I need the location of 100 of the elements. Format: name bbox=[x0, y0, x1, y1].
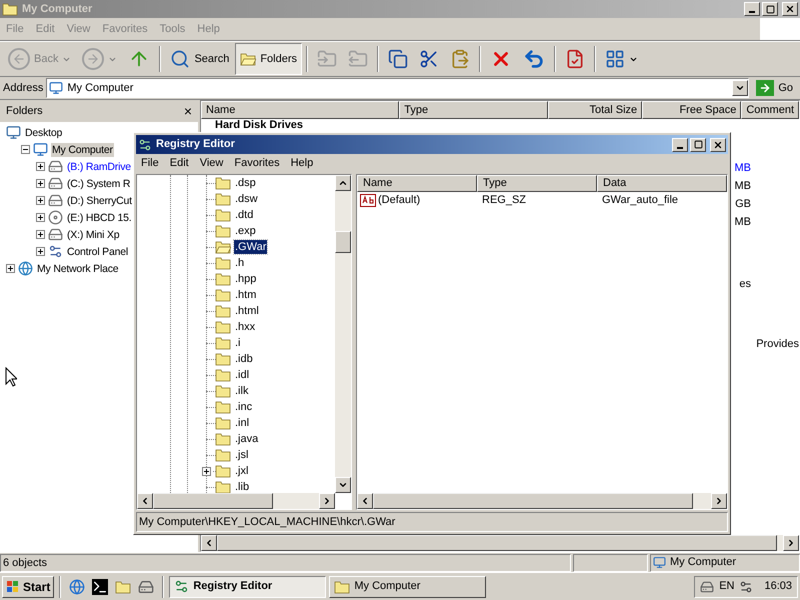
menu-item[interactable]: File bbox=[136, 155, 164, 172]
tree-item[interactable]: (E:) HBCD 15. bbox=[66, 210, 132, 224]
expand-button[interactable] bbox=[36, 196, 45, 205]
close-button[interactable]: × bbox=[184, 104, 192, 118]
column-header[interactable]: Type bbox=[477, 175, 597, 192]
registry-key[interactable]: .jsl bbox=[234, 448, 250, 462]
folders-button[interactable]: Folders bbox=[235, 43, 302, 75]
tree-item[interactable]: My Computer bbox=[51, 142, 114, 156]
folder-icon bbox=[215, 352, 231, 366]
expand-button[interactable] bbox=[202, 466, 211, 476]
taskbar-button[interactable]: Registry Editor bbox=[169, 576, 326, 598]
scroll-arrow-button[interactable] bbox=[319, 493, 335, 509]
column-header[interactable]: Total Size bbox=[548, 101, 642, 119]
column-header[interactable]: Name bbox=[357, 175, 477, 192]
scroll-thumb[interactable] bbox=[153, 493, 273, 509]
drive-icon[interactable] bbox=[138, 578, 154, 594]
tree-item[interactable]: (X:) Mini Xp bbox=[66, 228, 120, 242]
drive-icon bbox=[48, 227, 63, 242]
scroll-arrow-button[interactable] bbox=[711, 493, 727, 509]
scroll-arrow-button[interactable] bbox=[335, 175, 351, 191]
square-icon bbox=[766, 4, 774, 14]
registry-key[interactable]: .i bbox=[234, 336, 242, 350]
tree-item[interactable]: Control Panel bbox=[66, 244, 130, 258]
address-field[interactable]: My Computer bbox=[46, 78, 750, 98]
folder-icon bbox=[215, 384, 231, 398]
column-header[interactable]: Name bbox=[201, 101, 400, 119]
collapse-button[interactable] bbox=[21, 145, 30, 154]
scroll-arrow-button[interactable] bbox=[357, 493, 373, 509]
taskbar-button[interactable]: My Computer bbox=[329, 576, 486, 598]
registry-key[interactable]: .hpp bbox=[234, 272, 258, 286]
column-header[interactable]: Type bbox=[399, 101, 548, 119]
scroll-arrow-button[interactable] bbox=[201, 535, 217, 551]
restore-button[interactable] bbox=[762, 2, 778, 16]
column-header[interactable]: Comment bbox=[741, 101, 800, 119]
console-icon[interactable] bbox=[92, 578, 108, 594]
free-space-cell: es bbox=[739, 278, 751, 290]
registry-key[interactable]: .inc bbox=[234, 400, 254, 414]
tree-item[interactable]: (D:) SherryCut bbox=[66, 194, 133, 208]
tree-item[interactable]: Desktop bbox=[24, 126, 64, 140]
plus-icon bbox=[204, 468, 209, 474]
registry-key[interactable]: .idb bbox=[234, 352, 254, 366]
tree-item[interactable]: (B:) RamDrive bbox=[66, 160, 132, 174]
search-button[interactable]: Search bbox=[165, 43, 234, 75]
computer-icon bbox=[49, 81, 64, 95]
registry-key[interactable]: .hxx bbox=[234, 320, 256, 334]
registry-key[interactable]: .idl bbox=[234, 368, 250, 382]
folder-icon bbox=[215, 336, 231, 350]
registry-key[interactable]: .html bbox=[234, 304, 260, 318]
menu-item[interactable]: View bbox=[194, 155, 228, 172]
folder-icon bbox=[2, 2, 18, 16]
minimize-button[interactable] bbox=[672, 138, 688, 152]
tree-item[interactable]: (C:) System R bbox=[66, 176, 132, 190]
close-button[interactable] bbox=[710, 138, 726, 152]
value-name: (Default) bbox=[378, 193, 420, 208]
dropdown-button[interactable] bbox=[732, 80, 748, 96]
menu-item[interactable]: Edit bbox=[164, 155, 194, 172]
minimize-button[interactable] bbox=[744, 2, 760, 16]
group-header: Hard Disk Drives bbox=[214, 119, 304, 132]
expand-button[interactable] bbox=[36, 179, 45, 188]
registry-key[interactable]: .htm bbox=[234, 288, 258, 302]
registry-key[interactable]: .lib bbox=[234, 480, 250, 493]
go-button[interactable]: Go bbox=[752, 80, 797, 96]
scroll-arrow-button[interactable] bbox=[783, 535, 799, 551]
registry-key[interactable]: .java bbox=[234, 432, 260, 446]
expand-button[interactable] bbox=[36, 230, 45, 239]
drive-icon[interactable] bbox=[700, 580, 714, 594]
key-path: My Computer\HKEY_LOCAL_MACHINE\hkcr\.GWar bbox=[139, 514, 396, 530]
registry-key[interactable]: .h bbox=[234, 256, 246, 270]
vertical-scrollbar[interactable] bbox=[335, 175, 351, 493]
language-indicator[interactable]: EN bbox=[719, 578, 734, 595]
maximize-button[interactable] bbox=[690, 138, 706, 152]
plus-icon bbox=[38, 215, 43, 220]
expand-button[interactable] bbox=[36, 247, 45, 256]
start-button[interactable]: Start bbox=[2, 576, 54, 598]
expand-button[interactable] bbox=[6, 264, 15, 273]
registry-key[interactable]: .dsp bbox=[234, 176, 257, 190]
column-header[interactable]: Data bbox=[597, 175, 727, 192]
registry-key[interactable]: .GWar bbox=[234, 240, 268, 254]
registry-key[interactable]: .dtd bbox=[234, 208, 254, 222]
clock: 16:03 bbox=[764, 579, 792, 594]
scroll-arrow-button[interactable] bbox=[335, 477, 351, 493]
registry-key[interactable]: .jxl bbox=[234, 464, 250, 478]
registry-key[interactable]: .dsw bbox=[234, 192, 259, 206]
registry-key[interactable]: .exp bbox=[234, 224, 257, 238]
folder-icon bbox=[215, 464, 231, 478]
tool-icon[interactable] bbox=[739, 580, 754, 594]
folder-icon bbox=[215, 320, 231, 334]
tree-item[interactable]: My Network Place bbox=[36, 262, 120, 276]
menu-item[interactable]: Favorites bbox=[229, 155, 285, 172]
registry-key[interactable]: .inl bbox=[234, 416, 250, 430]
browser-icon[interactable] bbox=[69, 578, 86, 594]
menu-item[interactable]: Help bbox=[286, 155, 318, 172]
disc-icon bbox=[48, 210, 63, 225]
scroll-arrow-button[interactable] bbox=[137, 493, 153, 509]
column-header[interactable]: Free Space bbox=[642, 101, 742, 119]
expand-button[interactable] bbox=[36, 213, 45, 222]
registry-key[interactable]: .ilk bbox=[234, 384, 250, 398]
close-button[interactable] bbox=[782, 2, 798, 16]
expand-button[interactable] bbox=[36, 162, 45, 171]
horizontal-scrollbar[interactable] bbox=[137, 493, 335, 509]
